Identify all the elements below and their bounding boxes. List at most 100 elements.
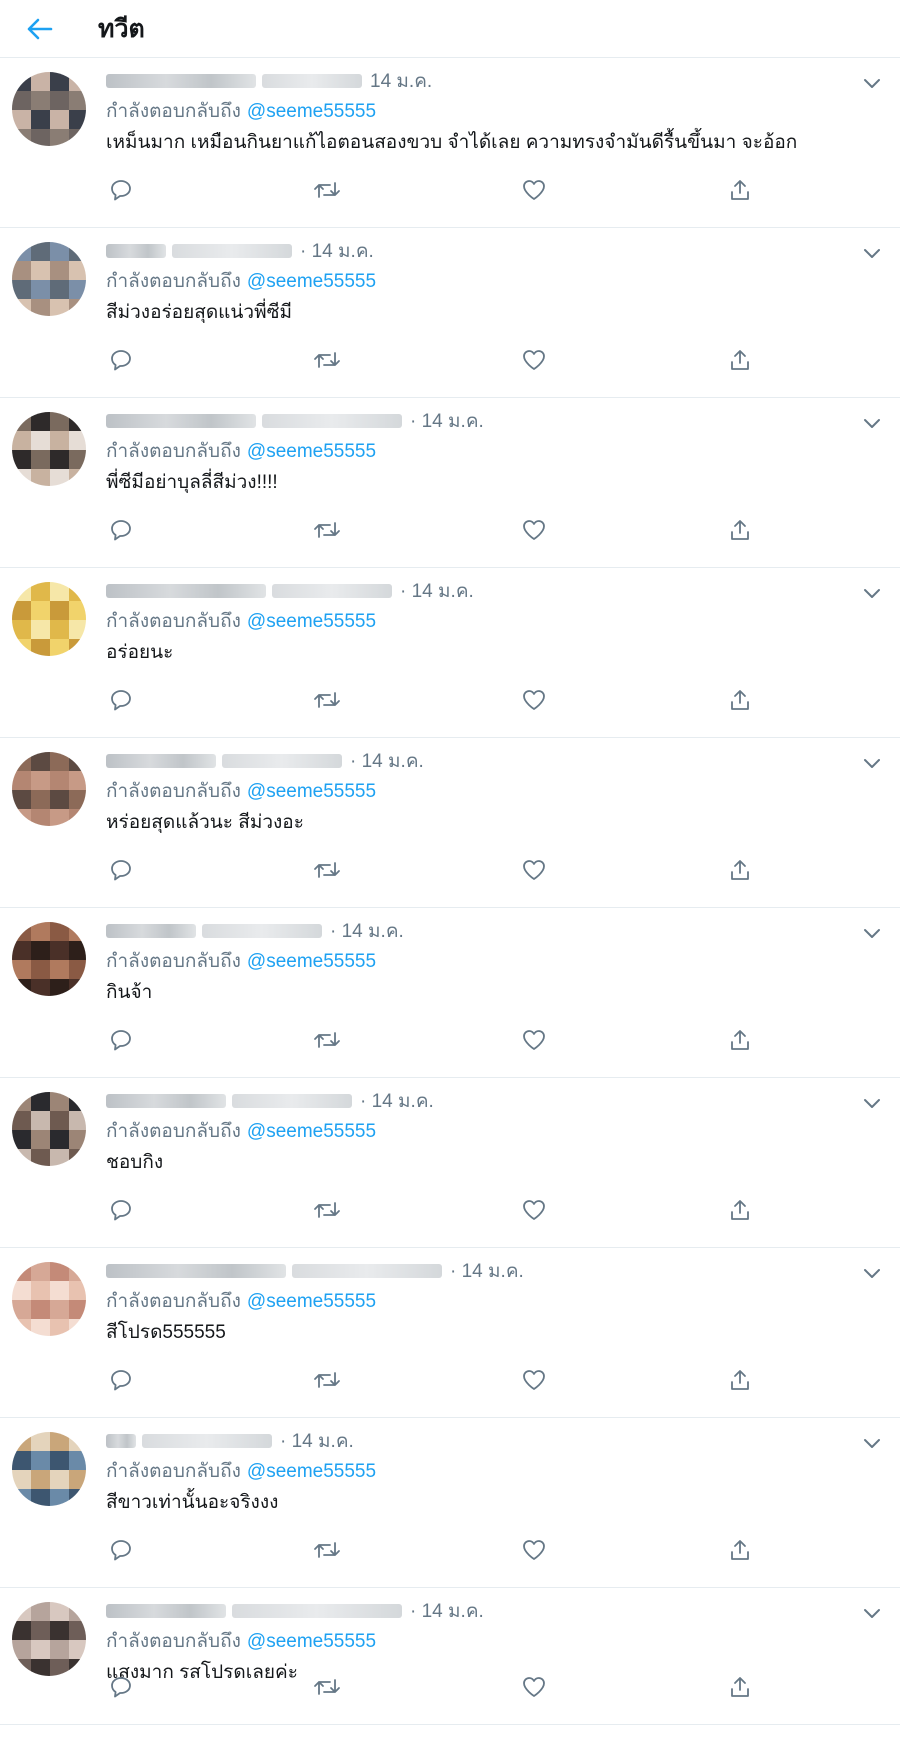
retweet-button[interactable] [312,345,342,375]
like-button[interactable] [519,1535,549,1565]
blurred-username[interactable] [222,754,342,768]
retweet-button[interactable] [312,685,342,715]
blurred-display-name[interactable] [106,1604,226,1618]
blurred-username[interactable] [172,244,292,258]
tweet-date[interactable]: · 14 ม.ค. [300,236,374,266]
chevron-down-icon[interactable] [862,754,882,774]
tweet-date[interactable]: · 14 ม.ค. [410,1596,484,1626]
share-button[interactable] [725,1025,755,1055]
share-button[interactable] [725,855,755,885]
avatar[interactable] [12,1262,86,1336]
blurred-display-name[interactable] [106,414,256,428]
chevron-down-icon[interactable] [862,244,882,264]
tweet-date[interactable]: · 14 ม.ค. [400,576,474,606]
tweet-item[interactable]: · 14 ม.ค. กำลังตอบกลับถึง @seeme55555 สีม… [0,228,900,398]
avatar[interactable] [12,582,86,656]
reply-handle-link[interactable]: @seeme55555 [247,441,376,462]
blurred-display-name[interactable] [106,244,166,258]
chevron-down-icon[interactable] [862,1434,882,1454]
share-button[interactable] [725,175,755,205]
tweet-item[interactable]: · 14 ม.ค. กำลังตอบกลับถึง @seeme55555 หร่… [0,738,900,908]
blurred-display-name[interactable] [106,924,196,938]
tweet-date[interactable]: · 14 ม.ค. [360,1086,434,1116]
blurred-username[interactable] [272,584,392,598]
retweet-button[interactable] [312,1535,342,1565]
chevron-down-icon[interactable] [862,74,882,94]
reply-button[interactable] [106,515,136,545]
like-button[interactable] [519,175,549,205]
retweet-button[interactable] [312,1365,342,1395]
like-button[interactable] [519,1195,549,1225]
tweet-item[interactable]: · 14 ม.ค. กำลังตอบกลับถึง @seeme55555 สีโ… [0,1248,900,1418]
reply-button[interactable] [106,855,136,885]
blurred-display-name[interactable] [106,1264,286,1278]
tweet-date[interactable]: · 14 ม.ค. [450,1256,524,1286]
blurred-username[interactable] [262,414,402,428]
avatar[interactable] [12,1602,86,1676]
reply-handle-link[interactable]: @seeme55555 [247,1291,376,1312]
reply-button[interactable] [106,345,136,375]
reply-button[interactable] [106,175,136,205]
blurred-username[interactable] [262,74,362,88]
reply-button[interactable] [106,1535,136,1565]
blurred-display-name[interactable] [106,74,256,88]
reply-button[interactable] [106,1195,136,1225]
tweet-date[interactable]: · 14 ม.ค. [410,406,484,436]
reply-handle-link[interactable]: @seeme55555 [247,1631,376,1652]
avatar[interactable] [12,752,86,826]
like-button[interactable] [519,1025,549,1055]
avatar[interactable] [12,922,86,996]
tweet-item[interactable]: 14 ม.ค. กำลังตอบกลับถึง @seeme55555 เหม็น… [0,58,900,228]
share-button[interactable] [725,1672,755,1702]
reply-handle-link[interactable]: @seeme55555 [247,611,376,632]
reply-handle-link[interactable]: @seeme55555 [247,1461,376,1482]
like-button[interactable] [519,685,549,715]
avatar[interactable] [12,412,86,486]
like-button[interactable] [519,1365,549,1395]
reply-button[interactable] [106,1025,136,1055]
blurred-username[interactable] [232,1604,402,1618]
share-button[interactable] [725,1535,755,1565]
tweet-item[interactable]: · 14 ม.ค. กำลังตอบกลับถึง @seeme55555 สีข… [0,1418,900,1588]
like-button[interactable] [519,1672,549,1702]
blurred-display-name[interactable] [106,1434,136,1448]
avatar[interactable] [12,72,86,146]
blurred-display-name[interactable] [106,1094,226,1108]
tweet-date[interactable]: 14 ม.ค. [370,66,432,96]
blurred-display-name[interactable] [106,754,216,768]
retweet-button[interactable] [312,175,342,205]
avatar[interactable] [12,242,86,316]
chevron-down-icon[interactable] [862,1604,882,1624]
retweet-button[interactable] [312,1195,342,1225]
share-button[interactable] [725,1195,755,1225]
blurred-username[interactable] [142,1434,272,1448]
reply-button[interactable] [106,1672,136,1702]
tweet-item[interactable]: · 14 ม.ค. กำลังตอบกลับถึง @seeme55555 พี่… [0,398,900,568]
chevron-down-icon[interactable] [862,1094,882,1114]
reply-handle-link[interactable]: @seeme55555 [247,951,376,972]
chevron-down-icon[interactable] [862,414,882,434]
tweet-date[interactable]: · 14 ม.ค. [350,746,424,776]
retweet-button[interactable] [312,855,342,885]
tweet-date[interactable]: · 14 ม.ค. [280,1426,354,1456]
reply-handle-link[interactable]: @seeme55555 [247,271,376,292]
like-button[interactable] [519,515,549,545]
retweet-button[interactable] [312,1025,342,1055]
share-button[interactable] [725,685,755,715]
blurred-display-name[interactable] [106,584,266,598]
reply-button[interactable] [106,1365,136,1395]
blurred-username[interactable] [232,1094,352,1108]
chevron-down-icon[interactable] [862,584,882,604]
share-button[interactable] [725,515,755,545]
avatar[interactable] [12,1432,86,1506]
like-button[interactable] [519,345,549,375]
avatar[interactable] [12,1092,86,1166]
share-button[interactable] [725,1365,755,1395]
back-button[interactable] [20,9,60,49]
tweet-item[interactable]: · 14 ม.ค. กำลังตอบกลับถึง @seeme55555 ชอบ… [0,1078,900,1248]
reply-button[interactable] [106,685,136,715]
reply-handle-link[interactable]: @seeme55555 [247,1121,376,1142]
blurred-username[interactable] [202,924,322,938]
reply-handle-link[interactable]: @seeme55555 [247,101,376,122]
tweet-item[interactable]: · 14 ม.ค. กำลังตอบกลับถึง @seeme55555 อร่… [0,568,900,738]
